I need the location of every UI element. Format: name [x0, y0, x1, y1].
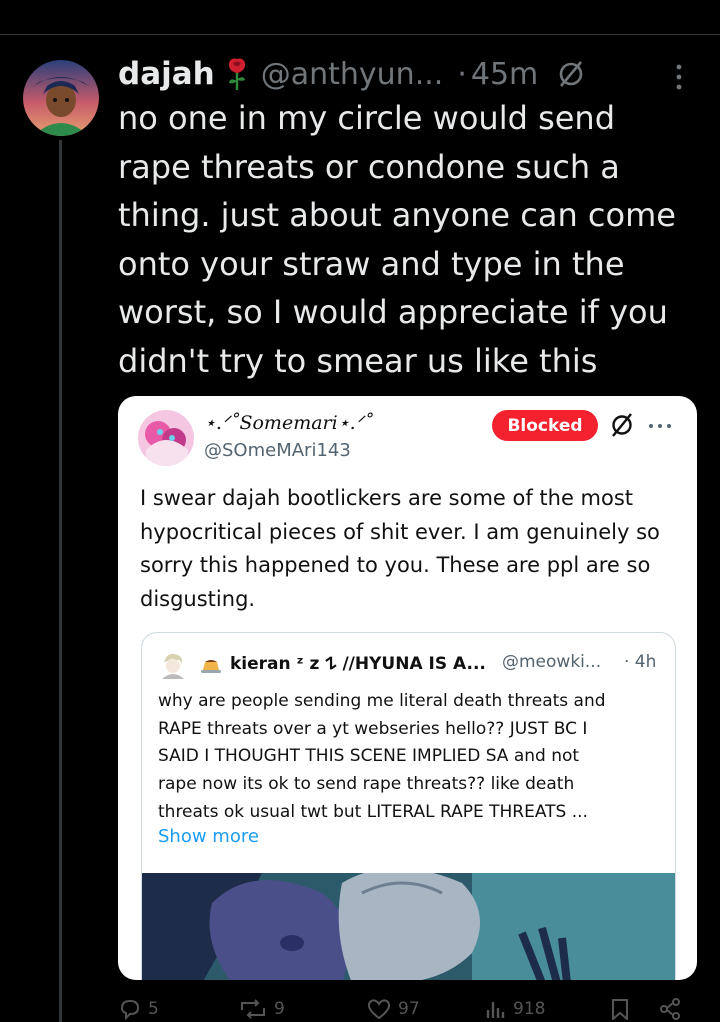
reply-icon [120, 999, 140, 1020]
show-more-link[interactable]: Show more [158, 826, 259, 847]
author-handle[interactable]: @anthyun... [261, 57, 444, 92]
quoted-handle[interactable]: @SOmeMAri143 [204, 440, 351, 461]
nested-author-name[interactable]: kieran ᶻ z 𐰁 //HYUNA IS A... [230, 651, 486, 674]
top-divider [0, 34, 720, 35]
quoted-avatar[interactable] [138, 410, 194, 466]
slashed-circle-icon [612, 413, 632, 437]
views-button[interactable]: 918 [483, 998, 545, 1020]
more-vertical-icon[interactable] [673, 62, 685, 92]
nested-text: why are people sending me literal death … [158, 691, 606, 822]
post-actions: 5 9 97 918 [118, 998, 698, 1022]
separator: · [457, 56, 467, 92]
repost-icon [241, 999, 265, 1019]
post-time[interactable]: 45m [471, 57, 538, 92]
nested-avatar[interactable] [158, 649, 188, 679]
nested-handle[interactable]: @meowki... [502, 652, 601, 672]
share-button[interactable] [658, 998, 688, 1020]
quoted-text: I swear dajah bootlickers are some of th… [140, 486, 660, 611]
nested-media-image[interactable] [142, 873, 675, 980]
slashed-circle-icon [559, 61, 583, 87]
blocked-badge[interactable]: Blocked [492, 410, 598, 441]
post-text: no one in my circle would send rape thre… [118, 99, 676, 380]
nested-quoted-post[interactable]: kieran ᶻ z 𐰁 //HYUNA IS A... @meowki... … [141, 632, 676, 980]
nested-time: · 4h [624, 652, 657, 672]
post-header: dajah @anthyun... · 45m [118, 52, 586, 96]
author-avatar[interactable] [23, 60, 99, 136]
views-count: 918 [513, 999, 546, 1019]
share-icon [660, 998, 680, 1020]
like-count: 97 [398, 999, 420, 1019]
reply-button[interactable]: 5 [118, 998, 159, 1020]
like-icon [367, 999, 391, 1020]
reply-count: 5 [148, 999, 159, 1019]
bookmark-icon [612, 999, 628, 1020]
quoted-display-name[interactable]: ⋆.ᐟ˚Somemari⋆.ᐟ˚ [204, 412, 373, 434]
like-button[interactable]: 97 [366, 998, 420, 1020]
views-icon [486, 1002, 505, 1018]
author-name[interactable]: dajah [118, 56, 215, 92]
rose-emoji [228, 58, 245, 90]
repost-button[interactable]: 9 [238, 998, 285, 1020]
quoted-post[interactable]: ⋆.ᐟ˚Somemari⋆.ᐟ˚ @SOmeMAri143 Blocked I … [118, 396, 697, 980]
repost-count: 9 [274, 999, 285, 1019]
more-horizontal-icon[interactable] [648, 423, 672, 429]
bookmark-button[interactable] [610, 998, 636, 1020]
flan-emoji [201, 660, 221, 673]
thread-line [59, 140, 62, 1022]
